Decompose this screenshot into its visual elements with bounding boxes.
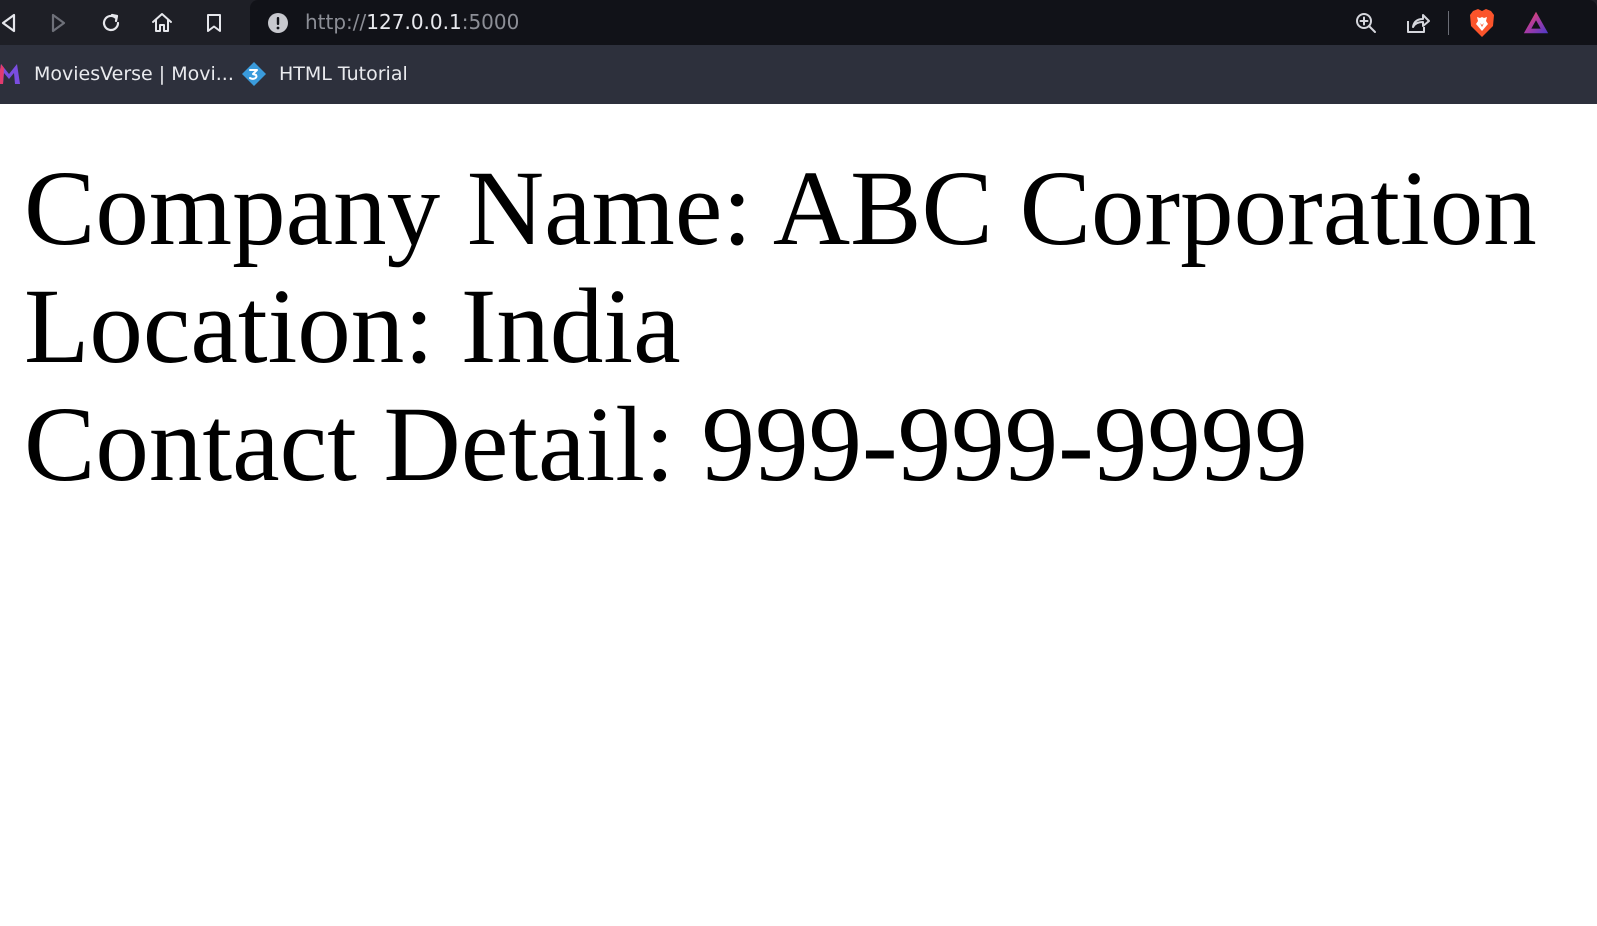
html-tutorial-icon xyxy=(241,61,267,87)
home-icon xyxy=(152,13,172,32)
url-text[interactable]: http://127.0.0.1:5000 xyxy=(305,10,519,34)
zoom-button[interactable] xyxy=(1352,9,1380,37)
brave-shields-button[interactable] xyxy=(1468,9,1496,37)
back-icon xyxy=(1,13,16,33)
page-content: Company Name: ABC Corporation Location: … xyxy=(24,150,1584,504)
url-port: :5000 xyxy=(461,10,520,34)
url-separator xyxy=(1448,11,1449,35)
bookmark-moviesverse[interactable]: MoviesVerse | Movi... xyxy=(0,61,234,87)
bookmark-icon xyxy=(207,14,221,32)
bookmark-button[interactable] xyxy=(200,9,228,37)
reload-icon xyxy=(102,13,120,32)
zoom-icon xyxy=(1356,13,1376,33)
url-scheme: http:// xyxy=(305,10,367,34)
bookmark-html-tutorial[interactable]: HTML Tutorial xyxy=(241,61,408,87)
forward-button[interactable] xyxy=(45,9,73,37)
site-info-button[interactable] xyxy=(266,11,290,35)
bookmark-label: HTML Tutorial xyxy=(279,63,408,85)
share-icon xyxy=(1407,14,1430,33)
brave-rewards-icon xyxy=(1523,11,1549,34)
location-text: Location: India xyxy=(24,268,681,386)
forward-icon xyxy=(51,13,66,33)
company-name-text: Company Name: ABC Corporation xyxy=(24,150,1537,268)
info-warning-icon xyxy=(268,13,288,33)
home-button[interactable] xyxy=(148,9,176,37)
back-button[interactable] xyxy=(0,9,22,37)
browser-toolbar: http://127.0.0.1:5000 xyxy=(0,0,1597,45)
reload-button[interactable] xyxy=(97,9,125,37)
share-button[interactable] xyxy=(1404,9,1432,37)
moviesverse-logo-icon xyxy=(0,62,22,86)
bookmark-label: MoviesVerse | Movi... xyxy=(34,63,234,85)
url-host: 127.0.0.1 xyxy=(366,10,462,34)
brave-shield-icon xyxy=(1470,9,1494,37)
address-bar[interactable]: http://127.0.0.1:5000 xyxy=(250,0,1597,45)
bookmarks-bar: MoviesVerse | Movi... HTML Tutorial xyxy=(0,45,1597,104)
brave-rewards-button[interactable] xyxy=(1522,9,1550,37)
contact-detail-text: Contact Detail: 999-999-9999 xyxy=(24,386,1308,504)
